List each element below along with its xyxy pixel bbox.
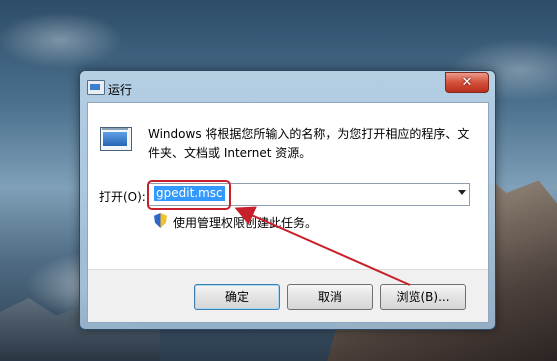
run-app-icon bbox=[87, 80, 105, 95]
dialog-description: Windows 将根据您所输入的名称，为您打开相应的程序、文件夹、文档或 Int… bbox=[148, 127, 470, 160]
ok-button[interactable]: 确定 bbox=[194, 284, 280, 310]
browse-button[interactable]: 浏览(B)... bbox=[380, 284, 466, 310]
open-label: 打开(O): bbox=[99, 190, 146, 204]
button-bar: 确定 取消 浏览(B)... bbox=[88, 269, 488, 322]
dialog-content: Windows 将根据您所输入的名称，为您打开相应的程序、文件夹、文档或 Int… bbox=[87, 102, 489, 323]
shield-icon bbox=[154, 213, 167, 228]
close-icon: ✕ bbox=[461, 75, 473, 90]
window-title: 运行 bbox=[108, 83, 133, 97]
annotation-highlight-box bbox=[147, 180, 231, 210]
chevron-down-icon[interactable] bbox=[458, 190, 466, 195]
run-dialog: 运行 ✕ Windows 将根据您所输入的名称，为您打开相应的程序、文件夹、文档… bbox=[79, 70, 496, 330]
admin-note: 使用管理权限创建此任务。 bbox=[173, 216, 318, 230]
close-button[interactable]: ✕ bbox=[445, 72, 489, 93]
title-bar[interactable]: 运行 ✕ bbox=[80, 71, 495, 103]
run-icon bbox=[100, 127, 132, 151]
cancel-button[interactable]: 取消 bbox=[287, 284, 373, 310]
